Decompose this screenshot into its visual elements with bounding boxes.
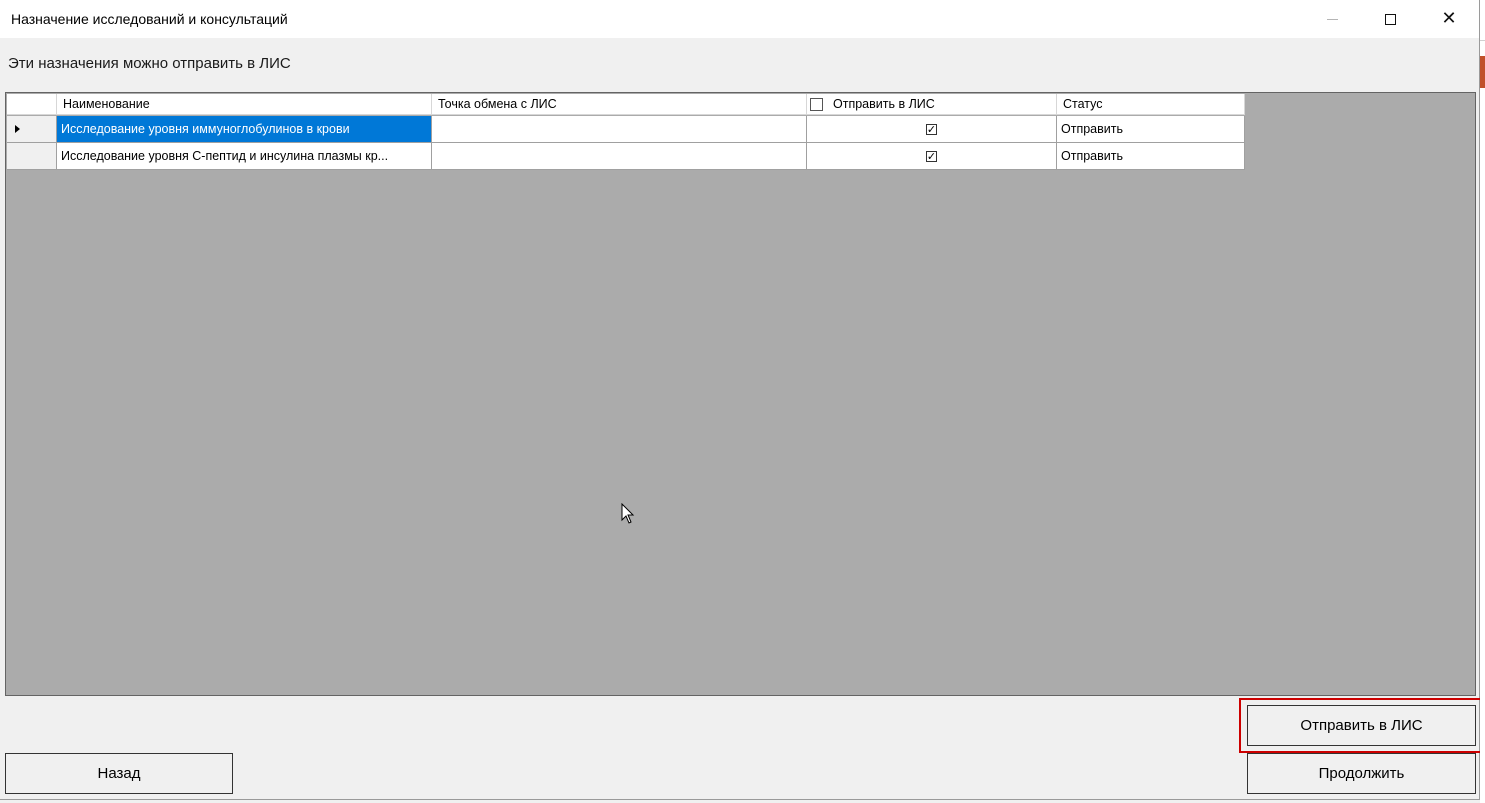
select-all-checkbox[interactable] bbox=[810, 97, 823, 111]
background-window-edge bbox=[1480, 0, 1485, 803]
current-row-arrow-icon bbox=[15, 125, 20, 133]
table-row[interactable]: Исследование уровня С-пептид и инсулина … bbox=[7, 143, 1245, 170]
maximize-button[interactable] bbox=[1361, 0, 1419, 38]
column-header-send[interactable]: Отправить в ЛИС bbox=[807, 94, 1057, 115]
cell-send[interactable]: ✓ bbox=[807, 116, 1057, 143]
info-label: Эти назначения можно отправить в ЛИС bbox=[8, 55, 291, 72]
cell-exchange-point[interactable] bbox=[432, 116, 807, 143]
row-selector[interactable] bbox=[7, 116, 57, 143]
cell-status[interactable]: Отправить bbox=[1057, 143, 1245, 170]
table-row[interactable]: Исследование уровня иммуноглобулинов в к… bbox=[7, 116, 1245, 143]
cell-status[interactable]: Отправить bbox=[1057, 116, 1245, 143]
column-header-send-label: Отправить в ЛИС bbox=[833, 97, 935, 111]
cell-exchange-point[interactable] bbox=[432, 143, 807, 170]
background-accent bbox=[1480, 56, 1485, 88]
dialog-window: Назначение исследований и консультаций ✕… bbox=[0, 0, 1483, 800]
appointments-grid[interactable]: Наименование Точка обмена с ЛИС Отправит… bbox=[5, 92, 1476, 696]
minimize-icon bbox=[1326, 18, 1338, 20]
continue-button[interactable]: Продолжить bbox=[1247, 753, 1476, 794]
send-checkbox[interactable]: ✓ bbox=[926, 150, 937, 162]
background-divider bbox=[1480, 40, 1485, 41]
send-to-lis-button[interactable]: Отправить в ЛИС bbox=[1247, 705, 1476, 746]
maximize-icon bbox=[1384, 13, 1396, 25]
close-icon: ✕ bbox=[1441, 8, 1457, 29]
send-checkbox[interactable]: ✓ bbox=[926, 123, 937, 135]
cell-name[interactable]: Исследование уровня иммуноглобулинов в к… bbox=[57, 116, 432, 143]
column-header-status[interactable]: Статус bbox=[1057, 94, 1245, 115]
column-header-exchange-point[interactable]: Точка обмена с ЛИС bbox=[432, 94, 807, 115]
minimize-button[interactable] bbox=[1303, 0, 1361, 38]
cell-name[interactable]: Исследование уровня С-пептид и инсулина … bbox=[57, 143, 432, 170]
row-header-corner bbox=[7, 94, 57, 115]
window-title: Назначение исследований и консультаций bbox=[11, 11, 288, 27]
close-button[interactable]: ✕ bbox=[1420, 0, 1478, 38]
title-bar: Назначение исследований и консультаций ✕ bbox=[0, 0, 1479, 38]
cell-send[interactable]: ✓ bbox=[807, 143, 1057, 170]
row-selector[interactable] bbox=[7, 143, 57, 170]
grid-header: Наименование Точка обмена с ЛИС Отправит… bbox=[7, 94, 1245, 115]
column-header-name[interactable]: Наименование bbox=[57, 94, 432, 115]
back-button[interactable]: Назад bbox=[5, 753, 233, 794]
